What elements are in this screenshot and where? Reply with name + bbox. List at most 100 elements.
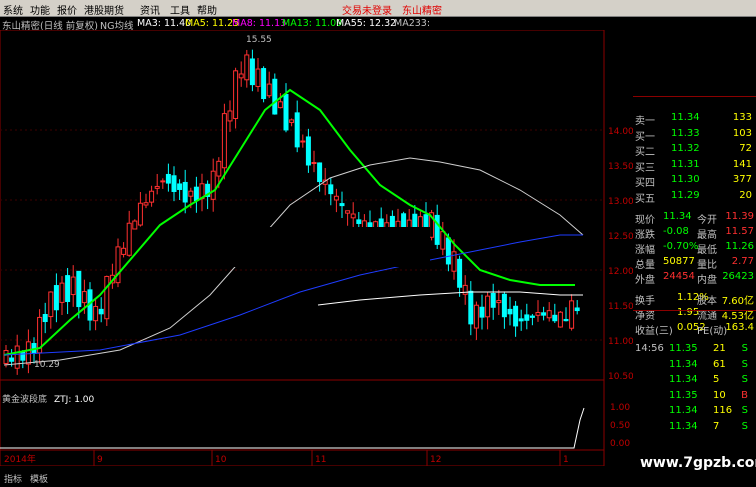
panel-divider: [633, 310, 756, 311]
quote-panel: 卖一 11.34 133 买一 11.33 103 买二 11.32 72 买三 11.31 141 买…: [633, 104, 756, 464]
candle-body: [574, 307, 580, 312]
candle-body: [25, 341, 31, 365]
kline-chart[interactable]: 15.55 10.29 黄金波段底 ZTJ: 1.00 14.00 13.50 …: [0, 30, 633, 466]
candle-body: [65, 275, 71, 303]
candle-body: [227, 110, 233, 122]
order-book-row[interactable]: 卖一 11.34 133: [633, 112, 756, 127]
order-label: 买五: [635, 193, 655, 205]
tick-price: 11.34: [669, 420, 698, 432]
menu-item-quote[interactable]: 报价: [57, 2, 77, 17]
order-price: 11.29: [671, 189, 700, 201]
order-volume: 20: [739, 189, 752, 201]
stat-label: 现价: [635, 215, 655, 226]
candle-body: [121, 247, 127, 255]
ma8-value: MA8: 11.13: [232, 18, 287, 29]
stat-value: 7.60亿: [721, 296, 754, 307]
stat-label: 今开: [697, 215, 717, 226]
tab-indicator[interactable]: 指标: [4, 472, 22, 485]
candle-body: [535, 311, 541, 316]
stat-label: 收益(三): [635, 326, 673, 337]
tick-row: 11.34 7 S: [633, 421, 756, 435]
menu-item-system[interactable]: 系统: [3, 2, 23, 17]
tab-template[interactable]: 模板: [30, 472, 48, 485]
stat-label: PE(动): [697, 326, 728, 337]
candle-body: [115, 246, 121, 284]
candle-body: [132, 220, 138, 230]
order-label: 买四: [635, 178, 655, 189]
candle-body: [445, 237, 451, 265]
stat-value: 1.95: [677, 307, 700, 318]
ztj-line: [0, 407, 585, 449]
tick-row: 11.35 10 B: [633, 390, 756, 404]
candle-body: [311, 162, 317, 165]
candle-body: [345, 210, 351, 214]
candle-body: [210, 170, 216, 200]
time-label-nov: 11: [315, 455, 326, 465]
login-status[interactable]: 交易未登录: [342, 2, 392, 17]
candle-body: [59, 282, 65, 303]
menu-item-function[interactable]: 功能: [30, 2, 50, 17]
candle-body: [300, 140, 306, 143]
menu-item-tools[interactable]: 工具: [170, 2, 190, 17]
stat-label: 最低: [697, 245, 717, 256]
menu-item-hk-futures[interactable]: 港股期货: [84, 2, 124, 17]
order-volume: 133: [732, 112, 752, 123]
stat-value: -0.08: [663, 226, 689, 237]
order-book-row[interactable]: 买二 11.32 72: [633, 143, 756, 158]
stat-row: 现价 11.34 今开 11.39: [633, 211, 756, 226]
sub-tick-3: 0.00: [610, 439, 630, 449]
sub-indicator-name[interactable]: 黄金波段底: [2, 393, 47, 405]
order-price: 11.31: [671, 158, 700, 170]
stat-value: 50877: [663, 256, 695, 267]
candle-body: [98, 308, 104, 315]
indicator-name[interactable]: NG均线: [100, 18, 133, 30]
candle-body: [524, 314, 530, 321]
order-book-row[interactable]: 买一 11.33 103: [633, 127, 756, 143]
candle-body: [361, 220, 367, 229]
candle-body: [261, 68, 267, 100]
order-price: 11.32: [671, 143, 700, 154]
tick-row: 11.34 61 S: [633, 359, 756, 373]
stat-label: 外盘: [635, 275, 655, 286]
candle-body: [182, 181, 188, 203]
candle-body: [529, 315, 535, 318]
order-book-row[interactable]: 买五 11.29 20: [633, 189, 756, 205]
order-price: 11.33: [671, 127, 700, 139]
candle-body: [238, 73, 244, 79]
menu-item-help[interactable]: 帮助: [197, 2, 217, 17]
chart-title: 东山精密(日线 前复权): [2, 21, 98, 30]
candle-body: [3, 350, 9, 364]
candle-body: [48, 291, 54, 318]
candle-body: [126, 222, 132, 256]
candle-body: [137, 202, 143, 226]
tick-flag: S: [741, 420, 748, 432]
candle-body: [244, 54, 250, 81]
candle-body: [272, 78, 278, 115]
tick-flag: S: [741, 358, 748, 370]
candle-body: [468, 290, 474, 325]
price-tick-4: 12.50: [608, 232, 633, 242]
tick-volume: 5: [713, 374, 720, 385]
candle-body: [507, 308, 513, 315]
menu-item-news[interactable]: 资讯: [140, 2, 160, 17]
candle-body: [440, 231, 446, 250]
candle-body: [333, 195, 339, 201]
candle-body: [188, 190, 194, 197]
high-price-label: 15.55: [246, 35, 272, 45]
candle-body: [485, 295, 491, 318]
tick-flag: S: [741, 374, 748, 385]
tick-volume: 10: [713, 389, 726, 401]
candle-body: [277, 101, 283, 109]
stat-label: 量比: [697, 260, 717, 271]
stat-label: 股本: [697, 296, 717, 307]
order-book-row[interactable]: 买四 11.30 377: [633, 174, 756, 189]
tick-row: 14:56 11.35 21 S: [633, 343, 756, 357]
order-volume: 141: [732, 158, 752, 170]
stock-name: 东山精密: [402, 6, 442, 17]
order-book-row[interactable]: 买三 11.31 141: [633, 158, 756, 174]
candle-body: [305, 136, 311, 166]
candle-body: [20, 351, 26, 361]
price-tick-3: 13.00: [608, 197, 633, 207]
time-label-year: 2014年: [4, 453, 36, 465]
candle-body: [165, 173, 171, 184]
